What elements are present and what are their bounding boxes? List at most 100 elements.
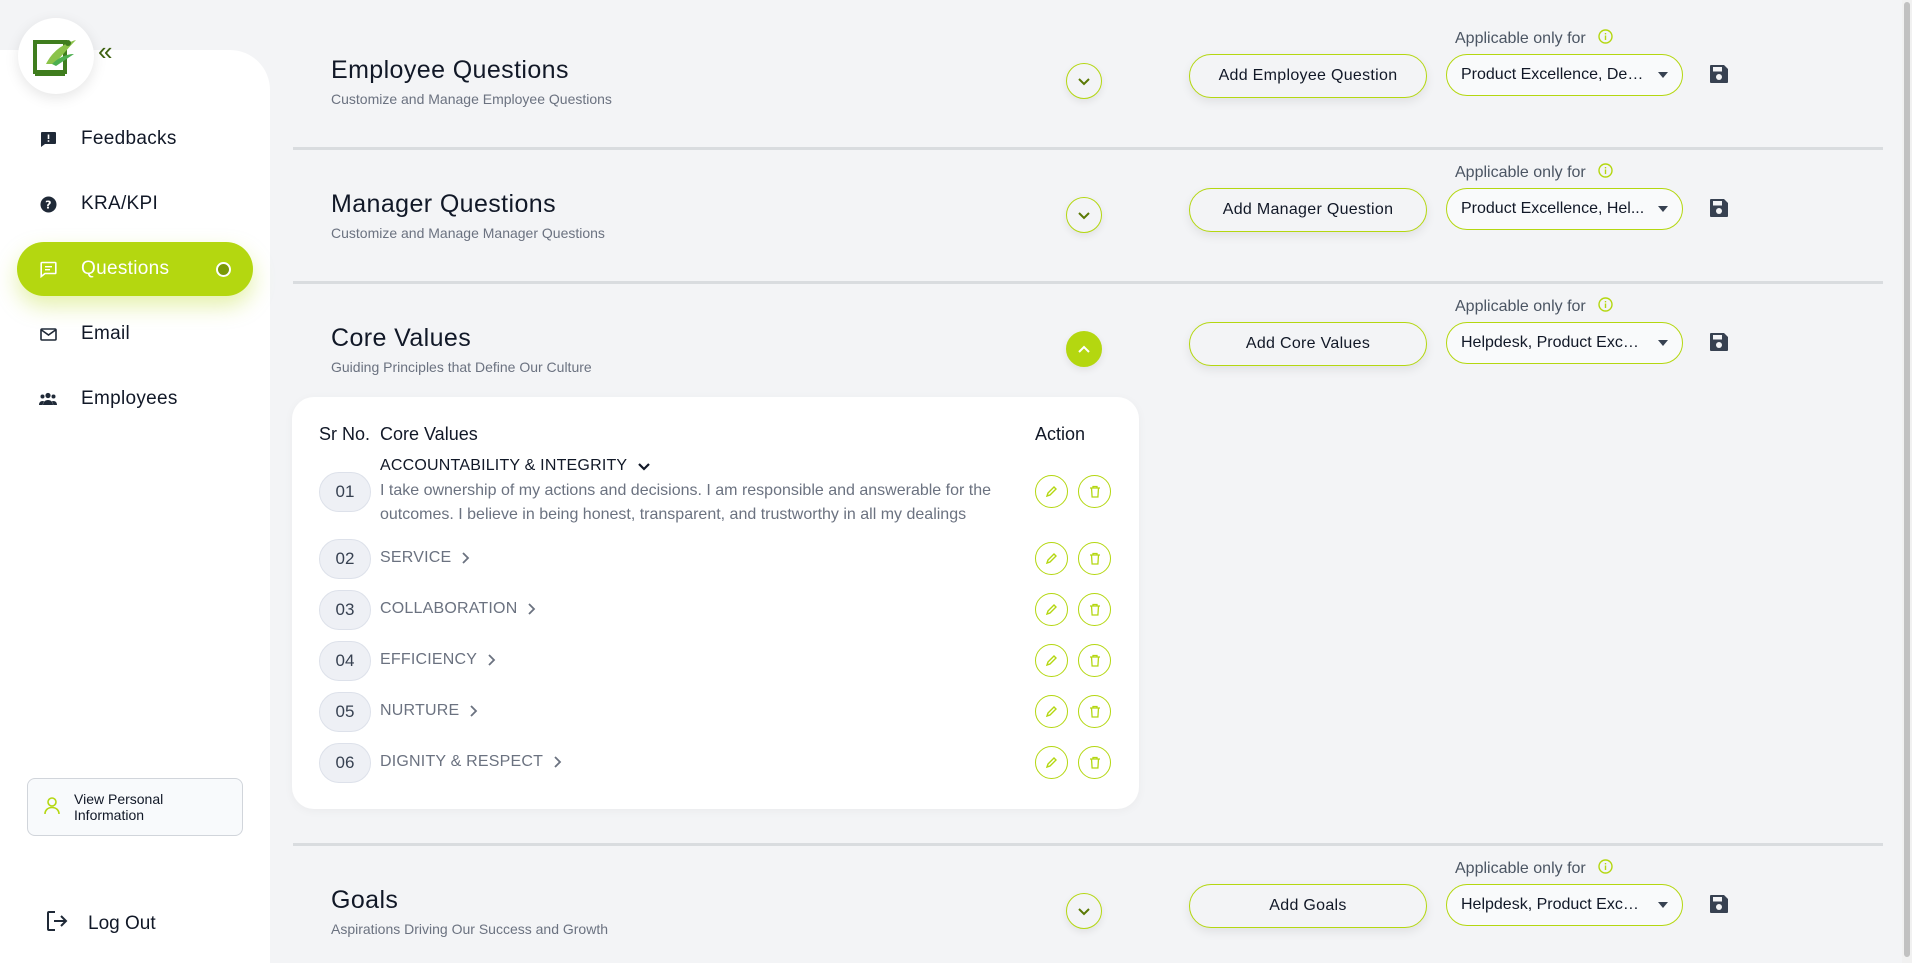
help-circle-icon: ? [39, 195, 57, 213]
chevron-down-icon [1078, 77, 1090, 85]
dropdown-caret-icon [1658, 340, 1668, 346]
core-value-name[interactable]: COLLABORATION [380, 600, 536, 618]
sidebar-nav: Feedbacks ? KRA/KPI Questions Email Empl… [17, 112, 253, 437]
applicable-select[interactable]: Helpdesk, Product Excel... [1446, 322, 1683, 364]
delete-button[interactable] [1078, 542, 1111, 575]
applicable-label-text: Applicable only for [1455, 30, 1586, 47]
core-value-name[interactable]: NURTURE [380, 702, 478, 720]
trash-icon [1089, 654, 1100, 667]
core-value-description: I take ownership of my actions and decis… [380, 482, 991, 523]
section-subtitle: Guiding Principles that Define Our Cultu… [331, 359, 592, 375]
applicable-select[interactable]: Product Excellence, Dev... [1446, 54, 1683, 96]
trash-icon [1089, 603, 1100, 616]
save-icon[interactable] [1709, 332, 1729, 357]
chevron-right-icon [469, 704, 478, 718]
trash-icon [1089, 552, 1100, 565]
info-icon[interactable] [1598, 297, 1613, 317]
section-title: Goals [331, 886, 399, 914]
core-value-name[interactable]: EFFICIENCY [380, 651, 496, 669]
chevron-right-icon [487, 653, 496, 667]
delete-button[interactable] [1078, 593, 1111, 626]
delete-button[interactable] [1078, 644, 1111, 677]
header-action: Action [1035, 424, 1086, 444]
header-sr-no: Sr No. [319, 424, 371, 444]
core-value-name[interactable]: DIGNITY & RESPECT [380, 753, 562, 771]
add-core-values-button[interactable]: Add Core Values [1189, 322, 1427, 366]
expand-toggle-button[interactable] [1066, 197, 1102, 233]
applicable-label: Applicable only for [1455, 297, 1613, 317]
applicable-select[interactable]: Helpdesk, Product Excel... [1446, 884, 1683, 926]
dropdown-caret-icon [1658, 206, 1668, 212]
header-core-values: Core Values [380, 424, 478, 444]
applicable-label: Applicable only for [1455, 859, 1613, 879]
sidebar-item-kra-kpi[interactable]: ? KRA/KPI [17, 177, 253, 231]
applicable-label-text: Applicable only for [1455, 164, 1586, 181]
pencil-icon [1045, 486, 1057, 498]
company-logo[interactable] [18, 18, 94, 94]
add-manager-question-button[interactable]: Add Manager Question [1189, 188, 1427, 232]
info-icon[interactable] [1598, 859, 1613, 879]
double-chevron-left-icon[interactable]: « [98, 38, 112, 64]
info-icon[interactable] [1598, 163, 1613, 183]
chevron-down-icon [1078, 907, 1090, 915]
expand-toggle-button[interactable] [1066, 63, 1102, 99]
logout-icon [46, 910, 68, 938]
logout-label: Log Out [88, 913, 156, 934]
save-icon[interactable] [1709, 64, 1729, 89]
edit-button[interactable] [1035, 542, 1068, 575]
sidebar-item-questions[interactable]: Questions [17, 242, 253, 296]
mail-icon [39, 325, 57, 343]
row-number: 06 [319, 743, 371, 783]
delete-button[interactable] [1078, 475, 1111, 508]
row-number: 02 [319, 539, 371, 579]
chevron-down-icon [637, 462, 651, 471]
core-value-label: ACCOUNTABILITY & INTEGRITY [380, 457, 628, 474]
user-icon [44, 796, 60, 818]
edit-button[interactable] [1035, 695, 1068, 728]
pencil-icon [1045, 655, 1057, 667]
sidebar-item-email[interactable]: Email [17, 307, 253, 361]
applicable-label: Applicable only for [1455, 29, 1613, 49]
core-value-name[interactable]: SERVICE [380, 549, 470, 567]
delete-button[interactable] [1078, 746, 1111, 779]
edit-button[interactable] [1035, 475, 1068, 508]
add-employee-question-button[interactable]: Add Employee Question [1189, 54, 1427, 98]
add-goals-button[interactable]: Add Goals [1189, 884, 1427, 928]
edit-button[interactable] [1035, 644, 1068, 677]
section-goals: Goals Aspirations Driving Our Success an… [293, 830, 1883, 963]
section-manager-questions: Manager Questions Customize and Manage M… [293, 134, 1883, 282]
info-icon[interactable] [1598, 29, 1613, 49]
chevron-down-icon [1078, 211, 1090, 219]
collapse-toggle-button[interactable] [1066, 331, 1102, 367]
applicable-label-text: Applicable only for [1455, 298, 1586, 315]
active-indicator-dot [216, 262, 231, 277]
sidebar-item-label: Employees [81, 388, 178, 409]
core-value-label: COLLABORATION [380, 600, 518, 617]
select-value: Helpdesk, Product Excel... [1461, 334, 1645, 351]
core-value-label: SERVICE [380, 549, 452, 566]
chevron-right-icon [553, 755, 562, 769]
core-value-label: NURTURE [380, 702, 460, 719]
edit-button[interactable] [1035, 593, 1068, 626]
expand-toggle-button[interactable] [1066, 893, 1102, 929]
trash-icon [1089, 485, 1100, 498]
save-icon[interactable] [1709, 198, 1729, 223]
chevron-right-icon [461, 551, 470, 565]
view-personal-information-button[interactable]: View Personal Information [27, 778, 243, 836]
pencil-icon [1045, 553, 1057, 565]
section-core-values: Core Values Guiding Principles that Defi… [293, 268, 1883, 398]
logout-button[interactable]: Log Out [46, 910, 156, 938]
select-value: Helpdesk, Product Excel... [1461, 896, 1645, 913]
section-title: Employee Questions [331, 56, 569, 84]
sidebar-item-feedbacks[interactable]: Feedbacks [17, 112, 253, 166]
save-icon[interactable] [1709, 894, 1729, 919]
page-scrollbar[interactable] [1902, 0, 1912, 963]
sidebar-item-employees[interactable]: Employees [17, 372, 253, 426]
edit-button[interactable] [1035, 746, 1068, 779]
section-employee-questions: Employee Questions Customize and Manage … [293, 0, 1883, 148]
delete-button[interactable] [1078, 695, 1111, 728]
core-value-name[interactable]: ACCOUNTABILITY & INTEGRITY [380, 457, 651, 475]
applicable-select[interactable]: Product Excellence, Hel... [1446, 188, 1683, 230]
section-subtitle: Customize and Manage Employee Questions [331, 91, 612, 107]
scrollbar-thumb[interactable] [1904, 2, 1910, 957]
